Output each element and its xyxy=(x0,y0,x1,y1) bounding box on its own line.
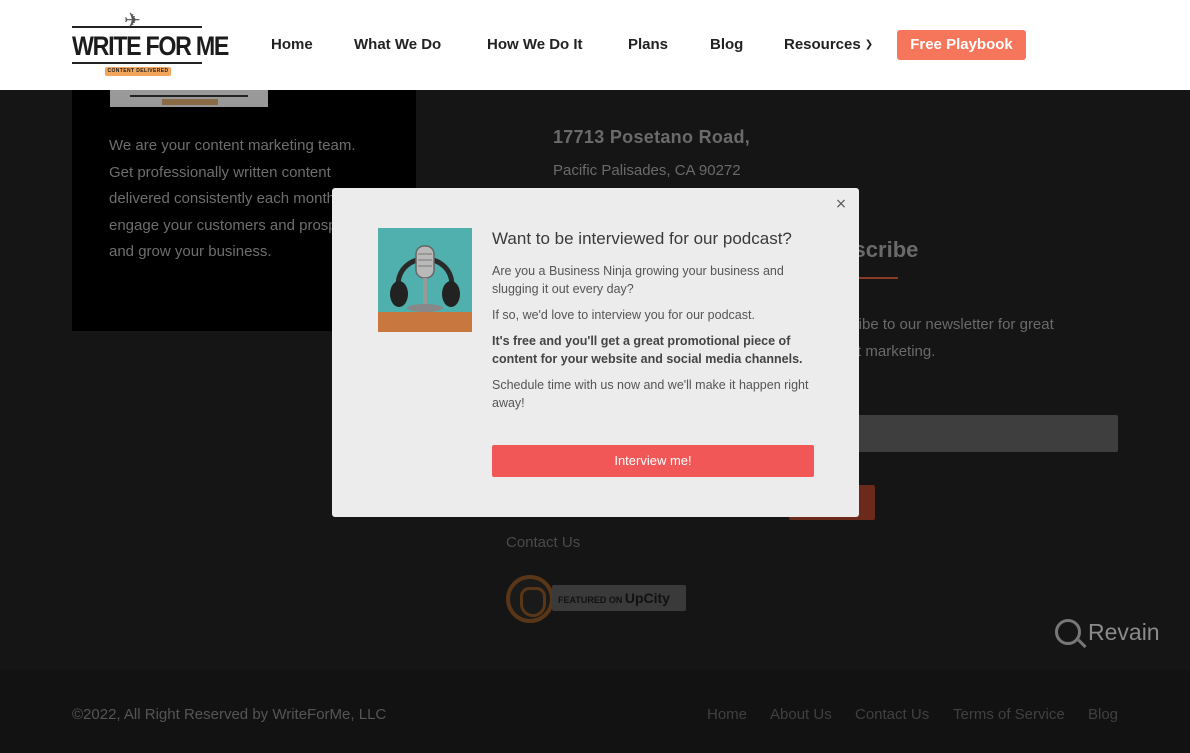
footer-link-home[interactable]: Home xyxy=(707,706,747,723)
chevron-down-icon: ❯ xyxy=(864,39,874,50)
nav-plans[interactable]: Plans xyxy=(628,36,668,53)
close-icon[interactable]: × xyxy=(832,195,850,213)
nav-resources[interactable]: Resources ❯ xyxy=(784,36,873,53)
podcast-microphone-image xyxy=(378,228,472,332)
free-playbook-button[interactable]: Free Playbook xyxy=(897,30,1026,60)
logo-rule-top xyxy=(72,26,202,28)
site-logo[interactable]: ✈ WRITE FOR ME CONTENT DELIVERED xyxy=(72,10,229,80)
modal-title: Want to be interviewed for our podcast? xyxy=(492,229,792,248)
upcity-brand: UpCity xyxy=(624,590,670,606)
footer-link-terms[interactable]: Terms of Service xyxy=(953,706,1065,723)
upcity-badge[interactable]: FEATURED ON UpCity xyxy=(506,575,686,623)
about-line: Get professionally written content xyxy=(109,163,331,181)
address-city: Pacific Palisades, CA 90272 xyxy=(553,162,741,179)
modal-body: Are you a Business Ninja growing your bu… xyxy=(492,262,822,420)
logo-tagline: CONTENT DELIVERED xyxy=(105,67,171,76)
copyright-text: ©2022, All Right Reserved by WriteForMe,… xyxy=(72,706,387,723)
nav-blog[interactable]: Blog xyxy=(710,36,743,53)
upcity-plate: FEATURED ON UpCity xyxy=(552,585,686,611)
nav-resources-label: Resources xyxy=(784,36,861,53)
interview-me-button[interactable]: Interview me! xyxy=(492,445,814,477)
modal-paragraph-bold: It's free and you'll get a great promoti… xyxy=(492,334,803,366)
upcity-featured-text: FEATURED ON xyxy=(558,595,623,605)
footer-link-about-us[interactable]: About Us xyxy=(770,706,832,723)
about-line: We are your content marketing team. xyxy=(109,137,356,154)
logo-rule-bottom xyxy=(72,62,202,64)
upcity-logo-icon xyxy=(506,575,554,623)
nav-what-we-do[interactable]: What We Do xyxy=(354,36,441,53)
modal-paragraph: Are you a Business Ninja growing your bu… xyxy=(492,264,784,296)
modal-paragraph: If so, we'd love to interview you for ou… xyxy=(492,308,755,322)
footer-link-contact-us[interactable]: Contact Us xyxy=(855,706,929,723)
modal-paragraph: Schedule time with us now and we'll make… xyxy=(492,378,809,410)
revain-text: Revain xyxy=(1088,619,1160,645)
contact-us-link[interactable]: Contact Us xyxy=(506,534,580,551)
footer-logo-tag xyxy=(162,99,218,105)
podcast-modal: × Want to be interviewed for our podcast… xyxy=(332,188,859,517)
footer-link-blog[interactable]: Blog xyxy=(1088,706,1118,723)
footer-logo xyxy=(110,90,268,107)
site-footer: ©2022, All Right Reserved by WriteForMe,… xyxy=(0,670,1190,753)
address-street: 17713 Posetano Road, xyxy=(553,127,751,147)
site-header: ✈ WRITE FOR ME CONTENT DELIVERED Home Wh… xyxy=(0,0,1190,90)
nav-how-we-do-it[interactable]: How We Do It xyxy=(487,36,583,53)
magnifier-icon xyxy=(1055,619,1081,645)
logo-wordmark: WRITE FOR ME xyxy=(72,31,229,61)
microphone-headphones-illustration xyxy=(378,228,472,332)
footer-logo-rule xyxy=(130,95,248,97)
nav-home[interactable]: Home xyxy=(271,36,313,53)
